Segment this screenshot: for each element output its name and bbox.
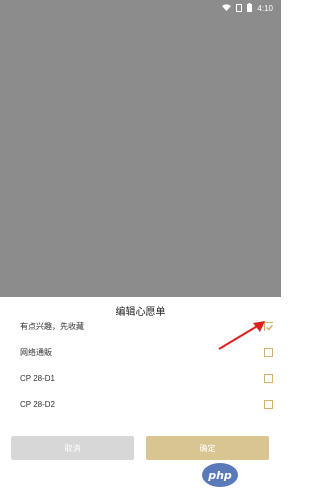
list-item-wishlist-4[interactable]: CP 28-D2	[0, 391, 281, 417]
svg-text:php: php	[207, 469, 232, 482]
checkbox-unchecked[interactable]	[264, 373, 273, 383]
wifi-icon	[222, 4, 232, 13]
status-bar: 4:10	[0, 0, 281, 16]
list-item-wishlist-3[interactable]: CP 28-D1	[0, 365, 281, 391]
svg-text:中文网: 中文网	[242, 468, 275, 482]
sim-icon	[236, 3, 243, 14]
status-icons: 4:10	[222, 3, 273, 14]
battery-icon	[247, 3, 253, 14]
list-item-label: CP 28-D2	[20, 399, 55, 409]
dim-overlay[interactable]	[0, 16, 281, 297]
clock-time: 4:10	[257, 4, 273, 13]
watermark-logo: php 中文网	[202, 463, 275, 487]
cancel-button[interactable]: 取消	[11, 436, 134, 460]
annotation-arrow-icon	[218, 321, 265, 350]
list-item-label: CP 28-D1	[20, 373, 55, 383]
list-item-label: 有点兴趣，先收藏	[20, 321, 84, 331]
checkbox-unchecked[interactable]	[264, 399, 273, 409]
list-item-label: 网络通販	[20, 347, 52, 357]
